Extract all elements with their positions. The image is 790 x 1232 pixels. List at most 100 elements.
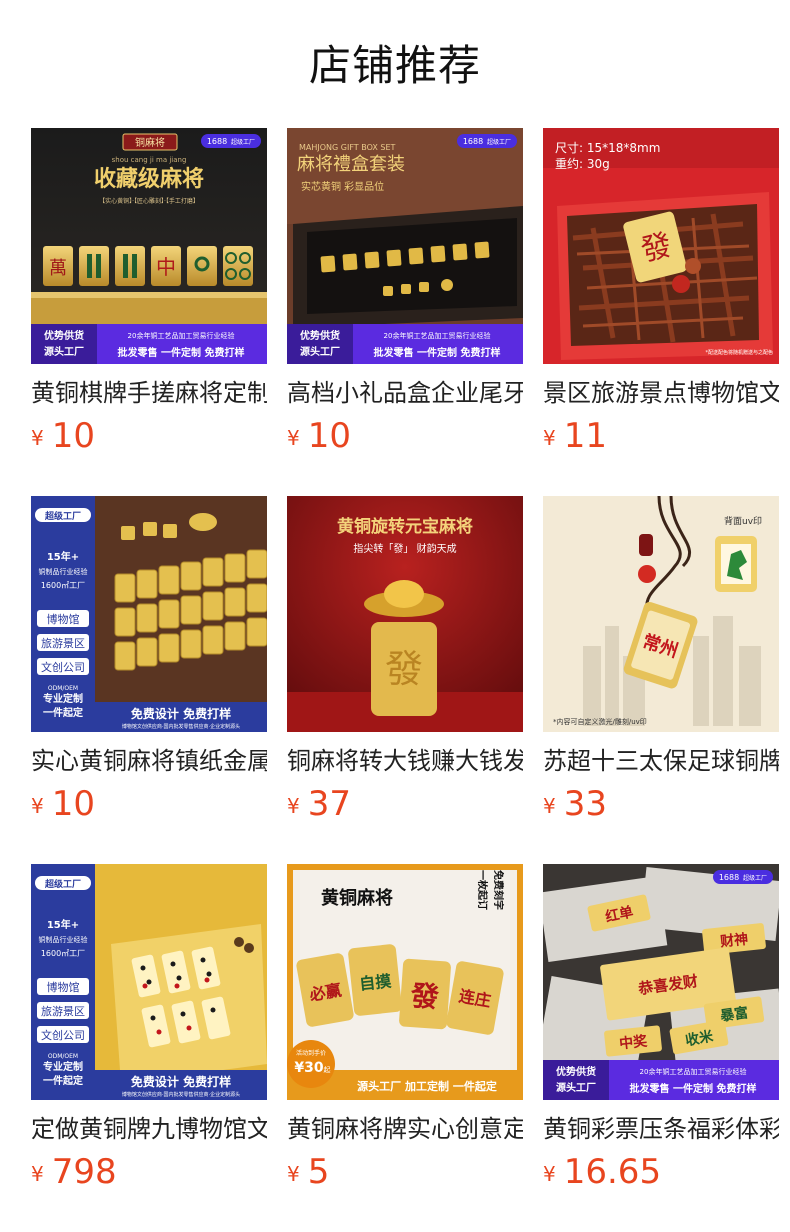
product-name[interactable]: 黄铜彩票压条福彩体彩 (543, 1112, 779, 1146)
product-card[interactable]: 铜麻将 1688 超级工厂 shou cang ji ma jiang 收藏级麻… (31, 128, 267, 496)
product-name[interactable]: 实心黄铜麻将镇纸金属 (31, 744, 267, 778)
product-price: ¥37 (287, 784, 523, 824)
product-name[interactable]: 定做黄铜牌九博物馆文创 (31, 1112, 267, 1146)
product-name[interactable]: 高档小礼品盒企业尾牙 (287, 376, 523, 410)
strip-bottom: 批发零售 一件定制 免费打样 (630, 1082, 757, 1095)
product-image[interactable]: 1688 超级工厂 MAHJONG GIFT BOX SET 麻将禮盒套装 实芯… (287, 128, 523, 364)
tag-culture: 文创公司 (41, 1028, 85, 1042)
badge-1688: 1688 (719, 873, 739, 882)
tag-culture: 文创公司 (41, 660, 85, 674)
price-value: 5 (307, 1152, 330, 1192)
product-card[interactable]: 黄铜麻将 免费刻字 一枚起订 必赢 自摸 發 连庄 活动到手价 ¥30 起 源头… (287, 864, 523, 1232)
product-card[interactable]: 1688 超级工厂 MAHJONG GIFT BOX SET 麻将禮盒套装 实芯… (287, 128, 523, 496)
back-uv-text: 背面uv印 (724, 515, 762, 527)
currency-symbol: ¥ (287, 1162, 300, 1186)
price-value: 16.65 (563, 1152, 662, 1192)
note-text: *内容可自定义激光/雕刻/uv印 (553, 717, 647, 726)
product-name[interactable]: 景区旅游景点博物馆文创 (543, 376, 779, 410)
strip-left-2: 源头工厂 (556, 1081, 596, 1094)
area-text: 1600㎡工厂 (41, 949, 85, 958)
currency-symbol: ¥ (543, 1162, 556, 1186)
product-card[interactable]: 尺寸: 15*18*8mm 重约: 30g 發 *配送配色将随机赠送与之配色 景… (543, 128, 779, 496)
currency-symbol: ¥ (543, 794, 556, 818)
product-card[interactable]: 背面uv印 常州 *内容可自定义激光/雕刻/uv印 苏超十三太保足球铜牌 ¥ 3… (543, 496, 779, 864)
domino-box-icon (111, 924, 267, 1084)
product-image[interactable]: 背面uv印 常州 *内容可自定义激光/雕刻/uv印 (543, 496, 779, 732)
plate-2: 财神 (718, 931, 749, 951)
exp-text: 铜制品行业经验 (39, 935, 88, 944)
area-text: 1600㎡工厂 (41, 581, 85, 590)
product-image[interactable]: 铜麻将 1688 超级工厂 shou cang ji ma jiang 收藏级麻… (31, 128, 267, 364)
ingot-tile-icon: 發 (364, 580, 444, 716)
price-value: 37 (307, 784, 351, 824)
banner-sub-text: 博物馆文创供应商·国内批发零售供应商·企业定制源头 (122, 723, 240, 730)
tile-glyph: 發 (385, 647, 423, 691)
price-value: 10 (307, 416, 351, 456)
tile-3: 發 (409, 979, 440, 1014)
price-value: 10 (51, 784, 95, 824)
badge-factory: 超级工厂 (44, 878, 81, 890)
custom-text-2: 一件起定 (43, 706, 83, 719)
en-text: MAHJONG GIFT BOX SET (299, 143, 396, 152)
product-image[interactable]: 超级工厂 15年+ 铜制品行业经验 1600㎡工厂 博物馆 旅游景区 文创公司 … (31, 864, 267, 1100)
product-card[interactable]: 超级工厂 15年+ 铜制品行业经验 1600㎡工厂 博物馆 旅游景区 文创公司 … (31, 496, 267, 864)
product-price: ¥5 (287, 1152, 523, 1192)
plate-5: 中奖 (618, 1032, 649, 1052)
product-price: ¥33 (543, 784, 779, 824)
product-price: ¥10 (31, 784, 267, 824)
product-name[interactable]: 黄铜棋牌手搓麻将定制 (31, 376, 267, 410)
currency-symbol: ¥ (31, 426, 44, 450)
badge-factory: 超级工厂 (487, 138, 511, 146)
promo-price: ¥30 (294, 1060, 323, 1076)
product-price: ¥798 (31, 1152, 267, 1192)
product-card[interactable]: 超级工厂 15年+ 铜制品行业经验 1600㎡工厂 博物馆 旅游景区 文创公司 … (31, 864, 267, 1232)
oem-text: ODM/OEM (48, 685, 78, 692)
product-price: ¥16.65 (543, 1152, 779, 1192)
svg-text:萬: 萬 (49, 258, 67, 279)
banner-sub-text: 博物馆文创供应商·国内批发零售供应商·企业定制源头 (122, 1091, 240, 1098)
weight-text: 重约: 30g (555, 156, 610, 171)
strip-top: 20余年铜工艺品加工贸易行业经验 (128, 331, 235, 340)
price-value: 33 (563, 784, 607, 824)
tag-tourism: 旅游景区 (41, 1004, 85, 1018)
side-text-2: 一枚起订 (476, 870, 489, 910)
product-name[interactable]: 铜麻将转大钱赚大钱发财 (287, 744, 523, 778)
strip-bottom: 批发零售 一件定制 免费打样 (118, 346, 245, 359)
note-text: *配送配色将随机赠送与之配色 (705, 349, 773, 356)
custom-text-2: 一件起定 (43, 1074, 83, 1087)
product-image[interactable]: 黄铜麻将 免费刻字 一枚起订 必赢 自摸 發 连庄 活动到手价 ¥30 起 源头… (287, 864, 523, 1100)
years-text: 15年+ (47, 550, 79, 563)
badge-factory: 超级工厂 (743, 874, 767, 882)
strip-left-2: 源头工厂 (300, 345, 340, 358)
tag-tourism: 旅游景区 (41, 636, 85, 650)
shop-recommend-page: 店铺推荐 铜麻将 1688 超级工厂 shou cang ji ma jiang (0, 0, 790, 1232)
product-image[interactable]: 尺寸: 15*18*8mm 重约: 30g 發 *配送配色将随机赠送与之配色 (543, 128, 779, 364)
product-name[interactable]: 苏超十三太保足球铜牌 (543, 744, 779, 778)
product-name[interactable]: 黄铜麻将牌实心创意定制 (287, 1112, 523, 1146)
product-image[interactable]: 黄铜旋转元宝麻将 指尖转「發」 财韵天成 發 (287, 496, 523, 732)
strip-left-1: 优势供货 (556, 1065, 596, 1078)
price-value: 10 (51, 416, 95, 456)
promo-unit: 起 (324, 1066, 331, 1074)
headline-text: 黄铜旋转元宝麻将 (337, 516, 473, 537)
price-value: 11 (563, 416, 607, 456)
banner-text: 免费设计 免费打样 (131, 1074, 231, 1089)
product-image[interactable]: 1688 超级工厂 红单 财神 恭喜发财 暴富 收米 中奖 优势供货 源头工厂 … (543, 864, 779, 1100)
currency-symbol: ¥ (31, 794, 44, 818)
product-card[interactable]: 1688 超级工厂 红单 财神 恭喜发财 暴富 收米 中奖 优势供货 源头工厂 … (543, 864, 779, 1232)
currency-symbol: ¥ (287, 426, 300, 450)
banner-text: 免费设计 免费打样 (131, 706, 231, 721)
badge-factory: 超级工厂 (231, 138, 255, 146)
strip-left-2: 源头工厂 (44, 345, 84, 358)
svg-text:中: 中 (156, 255, 176, 279)
product-card[interactable]: 黄铜旋转元宝麻将 指尖转「發」 财韵天成 發 铜麻将转大钱赚大钱发财 ¥37 (287, 496, 523, 864)
side-text-1: 免费刻字 (492, 870, 505, 910)
headline-text: 麻将禮盒套装 (297, 154, 405, 175)
strip-bottom: 批发零售 一件定制 免费打样 (374, 346, 501, 359)
years-text: 15年+ (47, 918, 79, 931)
product-image[interactable]: 超级工厂 15年+ 铜制品行业经验 1600㎡工厂 博物馆 旅游景区 文创公司 … (31, 496, 267, 732)
headline-text: 黄铜麻将 (321, 887, 393, 909)
tag-text: 铜麻将 (135, 136, 165, 149)
gift-box-icon: 發 (557, 192, 773, 360)
oem-text: ODM/OEM (48, 1053, 78, 1060)
